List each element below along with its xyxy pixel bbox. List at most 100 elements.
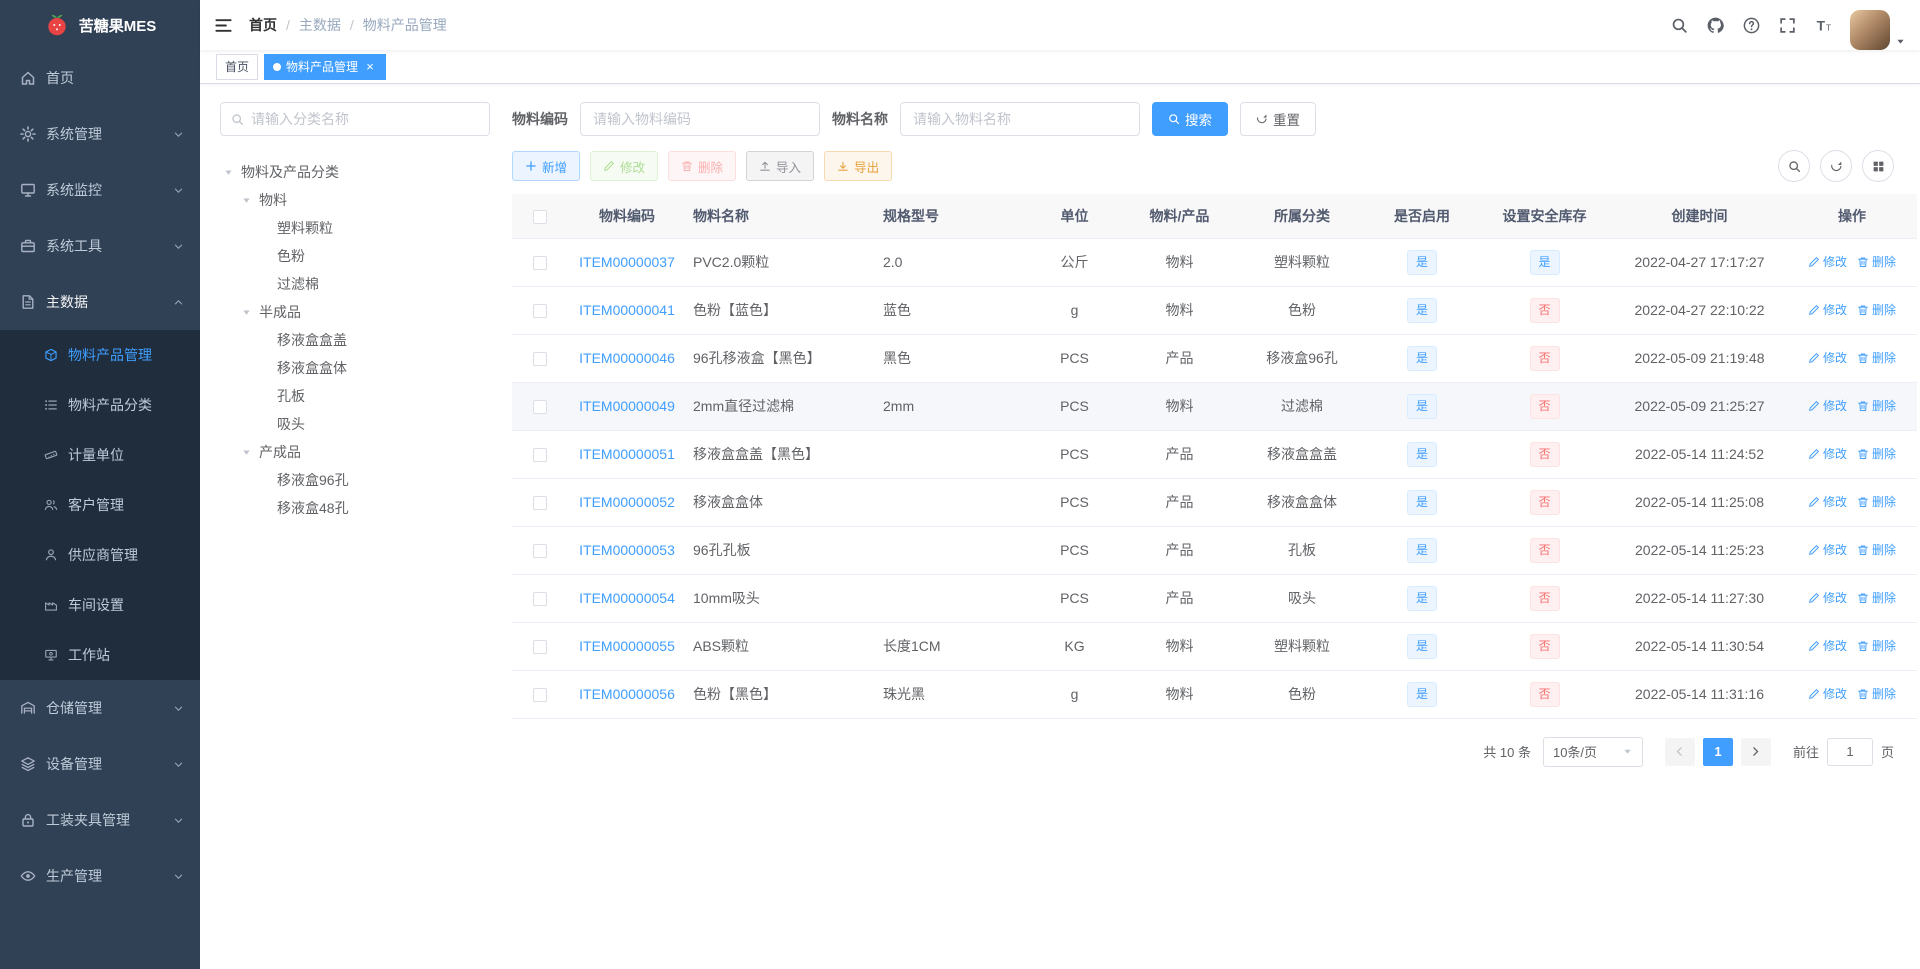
page-1-button[interactable]: 1 [1702, 737, 1733, 766]
row-delete-button[interactable]: 删除 [1857, 685, 1896, 702]
tree-node[interactable]: 物料 [220, 186, 490, 214]
row-delete-button[interactable]: 删除 [1857, 589, 1896, 606]
caret-down-icon[interactable] [238, 307, 254, 318]
columns-toggle-button[interactable] [1862, 150, 1894, 182]
github-icon[interactable] [1698, 0, 1732, 50]
close-icon[interactable]: × [363, 59, 377, 74]
tree-node[interactable]: 移液盒96孔 [220, 466, 490, 494]
caret-down-icon[interactable] [238, 195, 254, 206]
row-checkbox[interactable] [532, 544, 547, 559]
enabled-badge[interactable]: 是 [1407, 297, 1437, 323]
import-button[interactable]: 导入 [746, 151, 815, 181]
sidebar-item-system-monitor[interactable]: 系统监控 [0, 162, 200, 218]
material-code-link[interactable]: ITEM00000056 [579, 686, 675, 702]
sidebar-item-customer-mgmt[interactable]: 客户管理 [0, 480, 200, 530]
row-edit-button[interactable]: 修改 [1808, 349, 1847, 366]
material-code-input[interactable] [580, 102, 820, 136]
help-icon[interactable] [1734, 0, 1768, 50]
safety-stock-badge[interactable]: 否 [1529, 441, 1560, 467]
row-checkbox[interactable] [532, 496, 547, 511]
material-code-link[interactable]: ITEM00000049 [579, 398, 675, 414]
app-logo[interactable]: 苦糖果MES [0, 0, 200, 50]
sidebar-item-measure-unit[interactable]: 计量单位 [0, 430, 200, 480]
prev-page-button[interactable] [1664, 737, 1695, 766]
row-edit-button[interactable]: 修改 [1808, 493, 1847, 510]
sidebar-item-material-product-mgmt[interactable]: 物料产品管理 [0, 330, 200, 380]
sidebar-item-fixture-mgmt[interactable]: 工装夹具管理 [0, 792, 200, 848]
row-delete-button[interactable]: 删除 [1857, 397, 1896, 414]
goto-page-input[interactable] [1826, 737, 1873, 766]
tree-node[interactable]: 物料及产品分类 [220, 158, 490, 186]
safety-stock-badge[interactable]: 否 [1529, 681, 1560, 707]
tree-node[interactable]: 移液盒盒盖 [220, 326, 490, 354]
export-button[interactable]: 导出 [824, 151, 893, 181]
safety-stock-badge[interactable]: 是 [1529, 249, 1560, 275]
row-checkbox[interactable] [532, 640, 547, 655]
enabled-badge[interactable]: 是 [1407, 249, 1437, 275]
enabled-badge[interactable]: 是 [1407, 681, 1437, 707]
row-delete-button[interactable]: 删除 [1857, 301, 1896, 318]
select-all-checkbox[interactable] [532, 209, 547, 224]
tree-node[interactable]: 移液盒盒体 [220, 354, 490, 382]
search-button[interactable]: 搜索 [1152, 102, 1228, 136]
sidebar-item-material-product-category[interactable]: 物料产品分类 [0, 380, 200, 430]
sidebar-item-system-tools[interactable]: 系统工具 [0, 218, 200, 274]
tree-node[interactable]: 塑料颗粒 [220, 214, 490, 242]
hamburger-icon[interactable] [214, 16, 233, 35]
row-edit-button[interactable]: 修改 [1808, 445, 1847, 462]
row-edit-button[interactable]: 修改 [1808, 685, 1847, 702]
material-code-link[interactable]: ITEM00000037 [579, 254, 675, 270]
reset-button[interactable]: 重置 [1240, 102, 1316, 136]
breadcrumb-item-master-data[interactable]: 主数据 [299, 15, 341, 35]
sidebar-item-master-data[interactable]: 主数据 [0, 274, 200, 330]
row-delete-button[interactable]: 删除 [1857, 253, 1896, 270]
tree-node[interactable]: 移液盒48孔 [220, 494, 490, 522]
tree-node[interactable]: 过滤棉 [220, 270, 490, 298]
safety-stock-badge[interactable]: 否 [1529, 297, 1560, 323]
row-checkbox[interactable] [532, 304, 547, 319]
refresh-button[interactable] [1820, 150, 1852, 182]
material-code-link[interactable]: ITEM00000052 [579, 494, 675, 510]
row-checkbox[interactable] [532, 256, 547, 271]
row-edit-button[interactable]: 修改 [1808, 397, 1847, 414]
row-checkbox[interactable] [532, 352, 547, 367]
row-edit-button[interactable]: 修改 [1808, 589, 1847, 606]
safety-stock-badge[interactable]: 否 [1529, 393, 1560, 419]
tree-node[interactable]: 半成品 [220, 298, 490, 326]
enabled-badge[interactable]: 是 [1407, 393, 1437, 419]
material-code-link[interactable]: ITEM00000051 [579, 446, 675, 462]
safety-stock-badge[interactable]: 否 [1529, 489, 1560, 515]
material-name-input[interactable] [900, 102, 1140, 136]
material-code-link[interactable]: ITEM00000053 [579, 542, 675, 558]
row-checkbox[interactable] [532, 688, 547, 703]
enabled-badge[interactable]: 是 [1407, 441, 1437, 467]
delete-button[interactable]: 删除 [668, 151, 737, 181]
sidebar-item-production-mgmt[interactable]: 生产管理 [0, 848, 200, 904]
sidebar-item-workshop-settings[interactable]: 车间设置 [0, 580, 200, 630]
row-delete-button[interactable]: 删除 [1857, 637, 1896, 654]
row-checkbox[interactable] [532, 448, 547, 463]
enabled-badge[interactable]: 是 [1407, 489, 1437, 515]
caret-down-icon[interactable] [220, 167, 236, 178]
fullscreen-icon[interactable] [1770, 0, 1804, 50]
toggle-search-button[interactable] [1778, 150, 1810, 182]
user-menu[interactable] [1850, 0, 1906, 50]
row-edit-button[interactable]: 修改 [1808, 637, 1847, 654]
search-icon[interactable] [1662, 0, 1696, 50]
sidebar-item-supplier-mgmt[interactable]: 供应商管理 [0, 530, 200, 580]
sidebar-item-workstation[interactable]: 工作站 [0, 630, 200, 680]
material-code-link[interactable]: ITEM00000055 [579, 638, 675, 654]
edit-button[interactable]: 修改 [590, 151, 659, 181]
material-code-link[interactable]: ITEM00000054 [579, 590, 675, 606]
row-checkbox[interactable] [532, 400, 547, 415]
row-delete-button[interactable]: 删除 [1857, 493, 1896, 510]
sidebar-item-device-mgmt[interactable]: 设备管理 [0, 736, 200, 792]
row-checkbox[interactable] [532, 592, 547, 607]
sidebar-item-system-mgmt[interactable]: 系统管理 [0, 106, 200, 162]
safety-stock-badge[interactable]: 否 [1529, 585, 1560, 611]
breadcrumb-item-home[interactable]: 首页 [249, 15, 277, 35]
row-edit-button[interactable]: 修改 [1808, 301, 1847, 318]
next-page-button[interactable] [1740, 737, 1771, 766]
sidebar-item-warehouse-mgmt[interactable]: 仓储管理 [0, 680, 200, 736]
tab-home[interactable]: 首页 [216, 53, 259, 80]
